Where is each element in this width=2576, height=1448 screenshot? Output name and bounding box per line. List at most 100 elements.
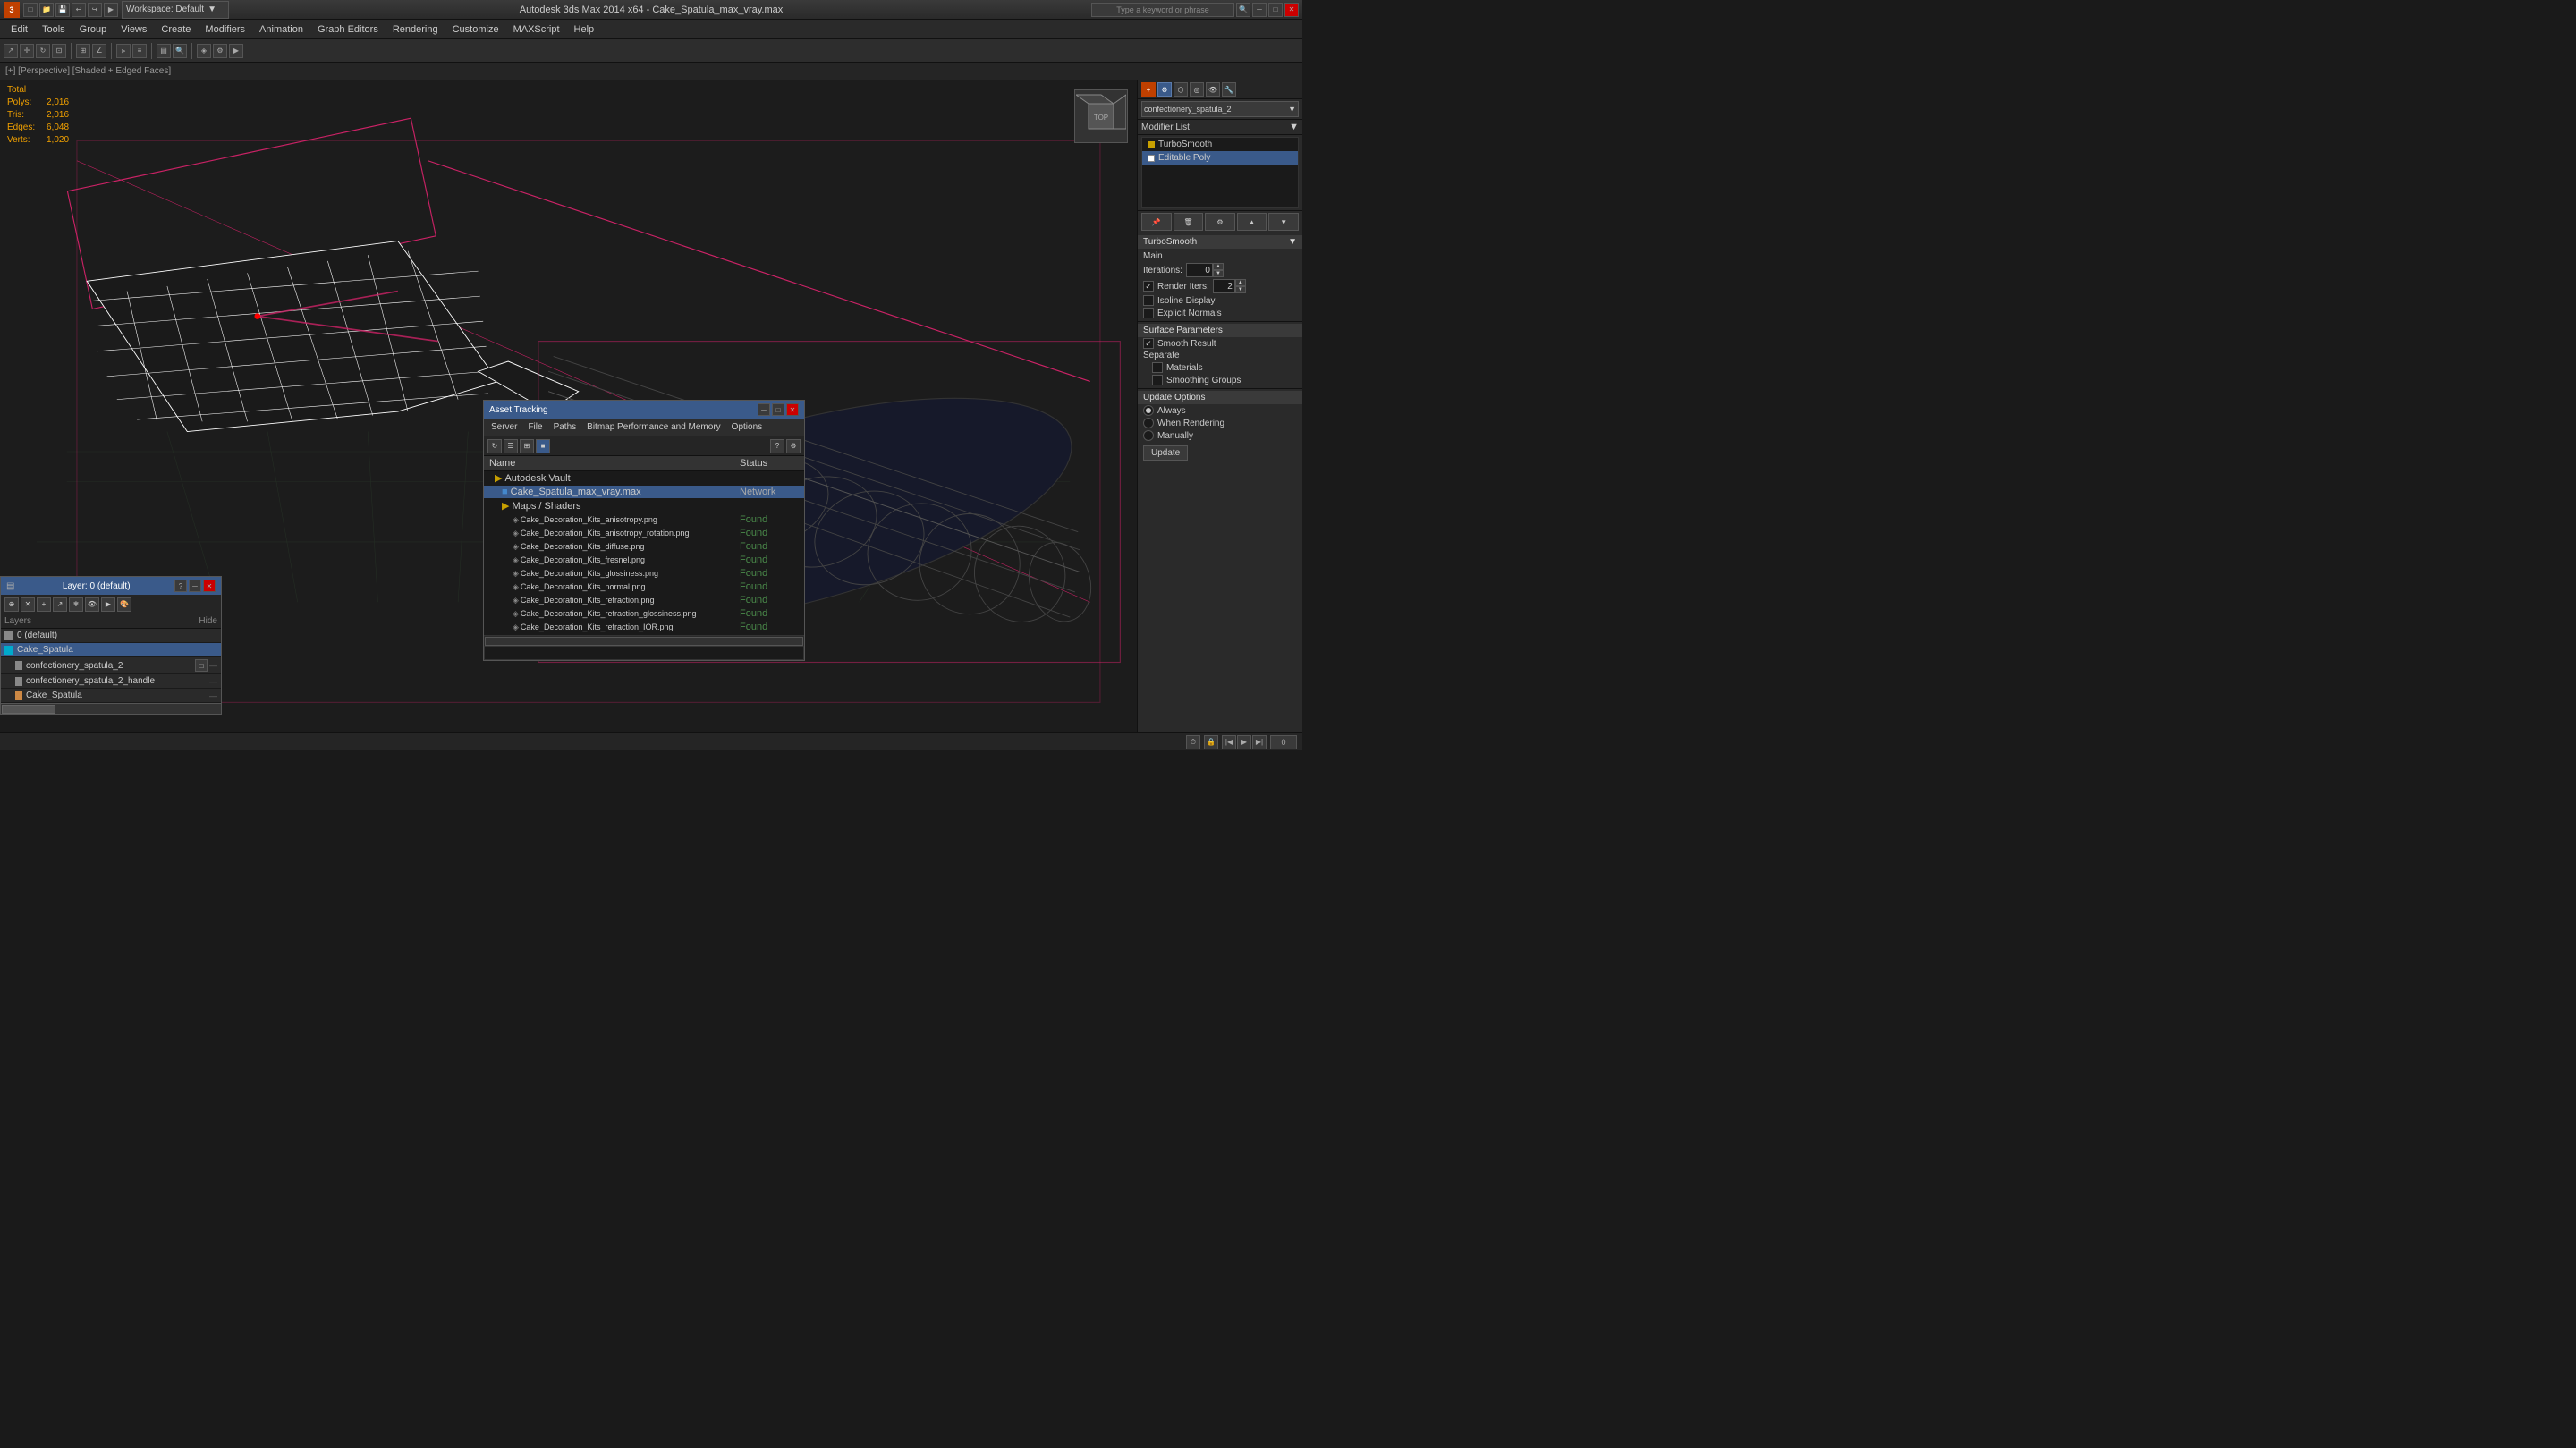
render-icon[interactable]: ▶ [104,3,118,17]
material-editor-icon[interactable]: ◈ [197,44,211,58]
layers-freeze-icon[interactable]: ❄ [69,597,83,612]
anim-next-frame-btn[interactable]: ▶| [1252,735,1267,749]
create-panel-icon[interactable]: + [1141,82,1156,97]
menu-views[interactable]: Views [114,22,154,37]
menu-maxscript[interactable]: MAXScript [506,22,567,37]
asset-h-scrollbar[interactable] [484,635,804,646]
asset-help-icon[interactable]: ? [770,439,784,453]
workspace-dropdown[interactable]: Workspace: Default ▼ [122,1,229,19]
asset-menu-bitmap[interactable]: Bitmap Performance and Memory [583,421,724,433]
asset-menu-server[interactable]: Server [487,421,521,433]
asset-maximize-btn[interactable]: □ [772,403,784,416]
scene-explorer-icon[interactable]: 🔍 [173,44,187,58]
layer-row-confect-2[interactable]: confectionery_spatula_2 □ — [1,657,221,674]
asset-menu-paths[interactable]: Paths [550,421,580,433]
asset-row-normal[interactable]: ◈Cake_Decoration_Kits_normal.png Found [484,580,804,594]
asset-row-refraction-gloss[interactable]: ◈Cake_Decoration_Kits_refraction_glossin… [484,607,804,621]
menu-animation[interactable]: Animation [252,22,310,37]
asset-menu-options[interactable]: Options [728,421,766,433]
rotate-icon[interactable]: ↻ [36,44,50,58]
minimize-btn[interactable]: ─ [1252,3,1267,17]
ts-manually-radio[interactable] [1143,430,1154,441]
asset-minimize-btn[interactable]: ─ [758,403,770,416]
ts-smooth-result-checkbox[interactable] [1143,338,1154,349]
open-icon[interactable]: 📁 [39,3,54,17]
nav-cube[interactable]: TOP [1074,89,1128,143]
configure-btn[interactable]: ⚙ [1205,213,1235,231]
layers-minimize-btn[interactable]: ─ [189,580,201,592]
asset-row-fresnel[interactable]: ◈Cake_Decoration_Kits_fresnel.png Found [484,554,804,567]
menu-customize[interactable]: Customize [445,22,506,37]
render-setup-icon[interactable]: ⚙ [213,44,227,58]
menu-graph-editors[interactable]: Graph Editors [310,22,386,37]
ts-iterations-up[interactable]: ▲ [1213,263,1224,270]
status-lock-icon[interactable]: 🔒 [1204,735,1218,749]
layers-add-object-icon[interactable]: + [37,597,51,612]
layers-hide-icon[interactable]: 👁 [85,597,99,612]
frame-input[interactable]: 0 [1270,735,1297,749]
modifier-editable-poly[interactable]: Editable Poly [1142,151,1298,165]
ts-smoothing-groups-checkbox[interactable] [1152,375,1163,385]
asset-filter-input[interactable] [484,646,804,660]
delete-modifier-btn[interactable]: 🗑 [1174,213,1204,231]
layers-color-icon[interactable]: 🎨 [117,597,131,612]
ts-render-iters-spinner[interactable]: ▲ ▼ [1213,279,1246,293]
asset-row-refraction-ior[interactable]: ◈Cake_Decoration_Kits_refraction_IOR.png… [484,621,804,634]
modifier-list-dropdown-icon[interactable]: ▼ [1289,122,1299,132]
snap-toggle[interactable]: ⊞ [76,44,90,58]
ts-isoline-checkbox[interactable] [1143,295,1154,306]
asset-row-diffuse[interactable]: ◈Cake_Decoration_Kits_diffuse.png Found [484,540,804,554]
save-icon[interactable]: 💾 [55,3,70,17]
menu-modifiers[interactable]: Modifiers [198,22,252,37]
layers-close-btn[interactable]: ✕ [203,580,216,592]
hierarchy-panel-icon[interactable]: ⬡ [1174,82,1188,97]
up-btn[interactable]: ▲ [1237,213,1267,231]
ts-render-iters-up[interactable]: ▲ [1235,279,1246,286]
menu-create[interactable]: Create [154,22,198,37]
ts-render-iters-down[interactable]: ▼ [1235,286,1246,293]
asset-row-vault[interactable]: ▶Autodesk Vault [484,471,804,486]
ts-iterations-input[interactable] [1186,263,1213,277]
ts-update-btn[interactable]: Update [1143,445,1188,461]
asset-highlight-icon[interactable]: ■ [536,439,550,453]
object-name-dropdown[interactable]: confectionery_spatula_2 ▼ [1141,101,1299,117]
layers-select-icon[interactable]: ↗ [53,597,67,612]
anim-play-btn[interactable]: ▶ [1237,735,1251,749]
ts-render-iters-checkbox[interactable] [1143,281,1154,292]
ts-always-radio[interactable] [1143,405,1154,416]
layer-row-confect-handle[interactable]: confectionery_spatula_2_handle — [1,674,221,689]
pin-stack-btn[interactable]: 📌 [1141,213,1172,231]
move-icon[interactable]: ✛ [20,44,34,58]
layer-row-confect-2-vis-icon[interactable]: □ [195,659,208,672]
angle-snap[interactable]: ∠ [92,44,106,58]
new-icon[interactable]: □ [23,3,38,17]
menu-group[interactable]: Group [72,22,114,37]
ts-render-iters-input[interactable] [1213,279,1235,293]
menu-tools[interactable]: Tools [35,22,72,37]
asset-menu-file[interactable]: File [524,421,546,433]
menu-rendering[interactable]: Rendering [386,22,445,37]
down-btn[interactable]: ▼ [1268,213,1299,231]
asset-tree-view-icon[interactable]: ⊞ [520,439,534,453]
layer-row-cake-spatula[interactable]: Cake_Spatula [1,643,221,657]
layers-render-icon[interactable]: ▶ [101,597,115,612]
layer-row-cake-obj[interactable]: Cake_Spatula — [1,689,221,703]
asset-row-maps[interactable]: ▶Maps / Shaders [484,499,804,513]
asset-row-aniso-rot[interactable]: ◈Cake_Decoration_Kits_anisotropy_rotatio… [484,527,804,540]
ts-explicit-normals-checkbox[interactable] [1143,308,1154,318]
asset-list-view-icon[interactable]: ☰ [504,439,518,453]
redo-icon[interactable]: ↪ [88,3,102,17]
search-btn[interactable]: 🔍 [1236,3,1250,17]
layers-help-btn[interactable]: ? [174,580,187,592]
asset-row-glossiness[interactable]: ◈Cake_Decoration_Kits_glossiness.png Fou… [484,567,804,580]
asset-settings-icon[interactable]: ⚙ [786,439,801,453]
display-panel-icon[interactable]: 👁 [1206,82,1220,97]
ts-collapse-icon[interactable]: ▼ [1288,237,1297,247]
ts-iterations-spinner[interactable]: ▲ ▼ [1186,263,1224,277]
asset-row-maxfile[interactable]: ■Cake_Spatula_max_vray.max Network [484,486,804,499]
status-time-icon[interactable]: ⏱ [1186,735,1200,749]
search-input[interactable]: Type a keyword or phrase [1091,3,1234,17]
asset-refresh-icon[interactable]: ↻ [487,439,502,453]
modify-panel-icon[interactable]: ⚙ [1157,82,1172,97]
layer-manager-icon[interactable]: ▤ [157,44,171,58]
